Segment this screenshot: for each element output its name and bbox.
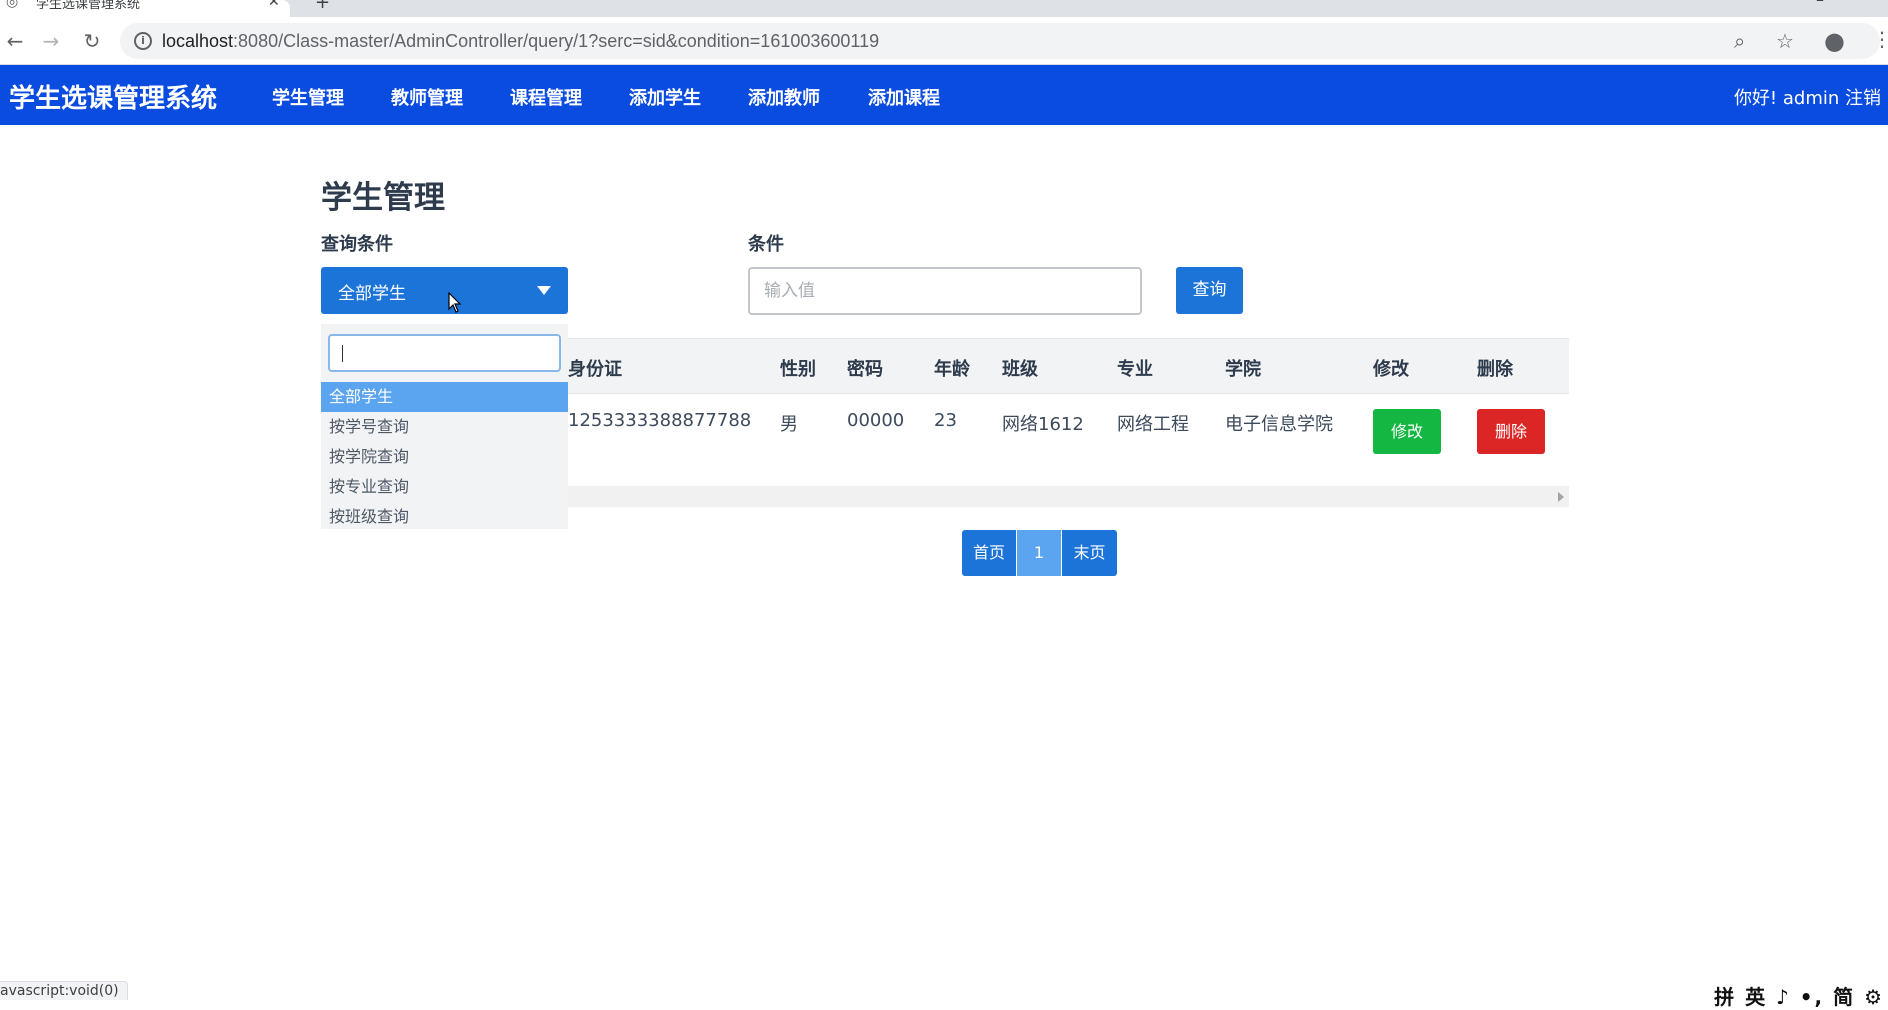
nav-add-teacher[interactable]: 添加教师	[748, 84, 820, 110]
cell-college: 电子信息学院	[1225, 414, 1333, 435]
query-condition-label: 查询条件	[321, 234, 393, 255]
th-major: 专业	[1117, 359, 1153, 380]
option-by-class[interactable]: 按班级查询	[321, 502, 568, 532]
user-greeting-logout[interactable]: 你好! admin 注销	[1734, 84, 1881, 110]
th-delete: 删除	[1477, 359, 1513, 380]
star-icon[interactable]: ☆	[1776, 29, 1794, 53]
th-college: 学院	[1225, 359, 1261, 380]
cell-password: 00000	[847, 410, 905, 431]
globe-icon: ◎	[6, 0, 19, 10]
edit-button[interactable]: 修改	[1373, 409, 1441, 454]
text-cursor	[342, 345, 343, 362]
cell-major: 网络工程	[1117, 414, 1189, 435]
browser-toolbar: ← → ↻ i localhost:8080/Class-master/Admi…	[0, 17, 1888, 65]
query-type-dropdown: 全部学生 按学号查询 按学院查询 按专业查询 按班级查询	[321, 324, 568, 529]
browser-status-bar: avascript:void(0)	[0, 981, 128, 1000]
cell-class: 网络1612	[1002, 414, 1084, 435]
chevron-down-icon	[537, 286, 551, 295]
dropdown-search-input[interactable]	[328, 334, 561, 372]
option-by-college[interactable]: 按学院查询	[321, 442, 568, 472]
scroll-right-icon[interactable]	[1558, 492, 1564, 502]
condition-input[interactable]	[748, 267, 1142, 315]
address-bar[interactable]: i localhost:8080/Class-master/AdminContr…	[120, 23, 1880, 59]
th-idcard: 身份证	[568, 359, 622, 380]
th-age: 年龄	[934, 359, 970, 380]
option-by-major[interactable]: 按专业查询	[321, 472, 568, 502]
option-all-students[interactable]: 全部学生	[321, 382, 568, 412]
account-icon[interactable]: ●	[1824, 27, 1845, 55]
more-icon[interactable]: ⋮	[1872, 27, 1888, 51]
query-button[interactable]: 查询	[1176, 267, 1243, 314]
minimize-icon[interactable]: –	[1816, 0, 1824, 9]
brand-title[interactable]: 学生选课管理系统	[9, 78, 217, 115]
new-tab-icon[interactable]: +	[315, 0, 330, 13]
th-class: 班级	[1002, 359, 1038, 380]
nav-add-student[interactable]: 添加学生	[629, 84, 701, 110]
browser-tab-title: 学生选课管理系统	[36, 0, 141, 12]
url-text[interactable]: localhost:8080/Class-master/AdminControl…	[162, 31, 879, 52]
nav-add-course[interactable]: 添加课程	[868, 84, 940, 110]
th-gender: 性别	[780, 359, 816, 380]
mouse-pointer-icon	[448, 292, 462, 313]
nav-student-manage[interactable]: 学生管理	[272, 84, 344, 110]
cell-idcard: 1253333388877788	[568, 410, 752, 431]
forward-icon[interactable]: →	[36, 26, 66, 56]
ime-toolbar[interactable]: 拼 英 ♪ •, 简 ⚙	[1714, 981, 1884, 1010]
page-number-button[interactable]: 1	[1017, 530, 1061, 576]
browser-tab[interactable]: ◎ 学生选课管理系统 ✕	[0, 0, 290, 17]
nav-teacher-manage[interactable]: 教师管理	[391, 84, 463, 110]
back-icon[interactable]: ←	[0, 26, 30, 56]
zoom-icon[interactable]: ⌕	[1734, 29, 1745, 53]
app-navbar: 学生选课管理系统 学生管理 教师管理 课程管理 添加学生 添加教师 添加课程 你…	[0, 65, 1888, 125]
delete-button[interactable]: 删除	[1477, 409, 1545, 454]
cell-age: 23	[934, 410, 957, 431]
th-password: 密码	[847, 359, 883, 380]
close-icon[interactable]: ✕	[268, 0, 280, 10]
browser-tab-strip: ◎ 学生选课管理系统 ✕ + –	[0, 0, 1888, 17]
query-type-select[interactable]: 全部学生	[321, 267, 568, 314]
reload-icon[interactable]: ↻	[77, 26, 107, 56]
first-page-button[interactable]: 首页	[962, 530, 1016, 576]
option-by-student-id[interactable]: 按学号查询	[321, 412, 568, 442]
last-page-button[interactable]: 末页	[1062, 530, 1117, 576]
condition-label: 条件	[748, 234, 784, 255]
page-title: 学生管理	[321, 180, 445, 216]
cell-gender: 男	[780, 414, 798, 435]
nav-course-manage[interactable]: 课程管理	[510, 84, 582, 110]
th-edit: 修改	[1373, 359, 1409, 380]
select-value: 全部学生	[338, 284, 406, 304]
info-icon[interactable]: i	[134, 32, 152, 50]
